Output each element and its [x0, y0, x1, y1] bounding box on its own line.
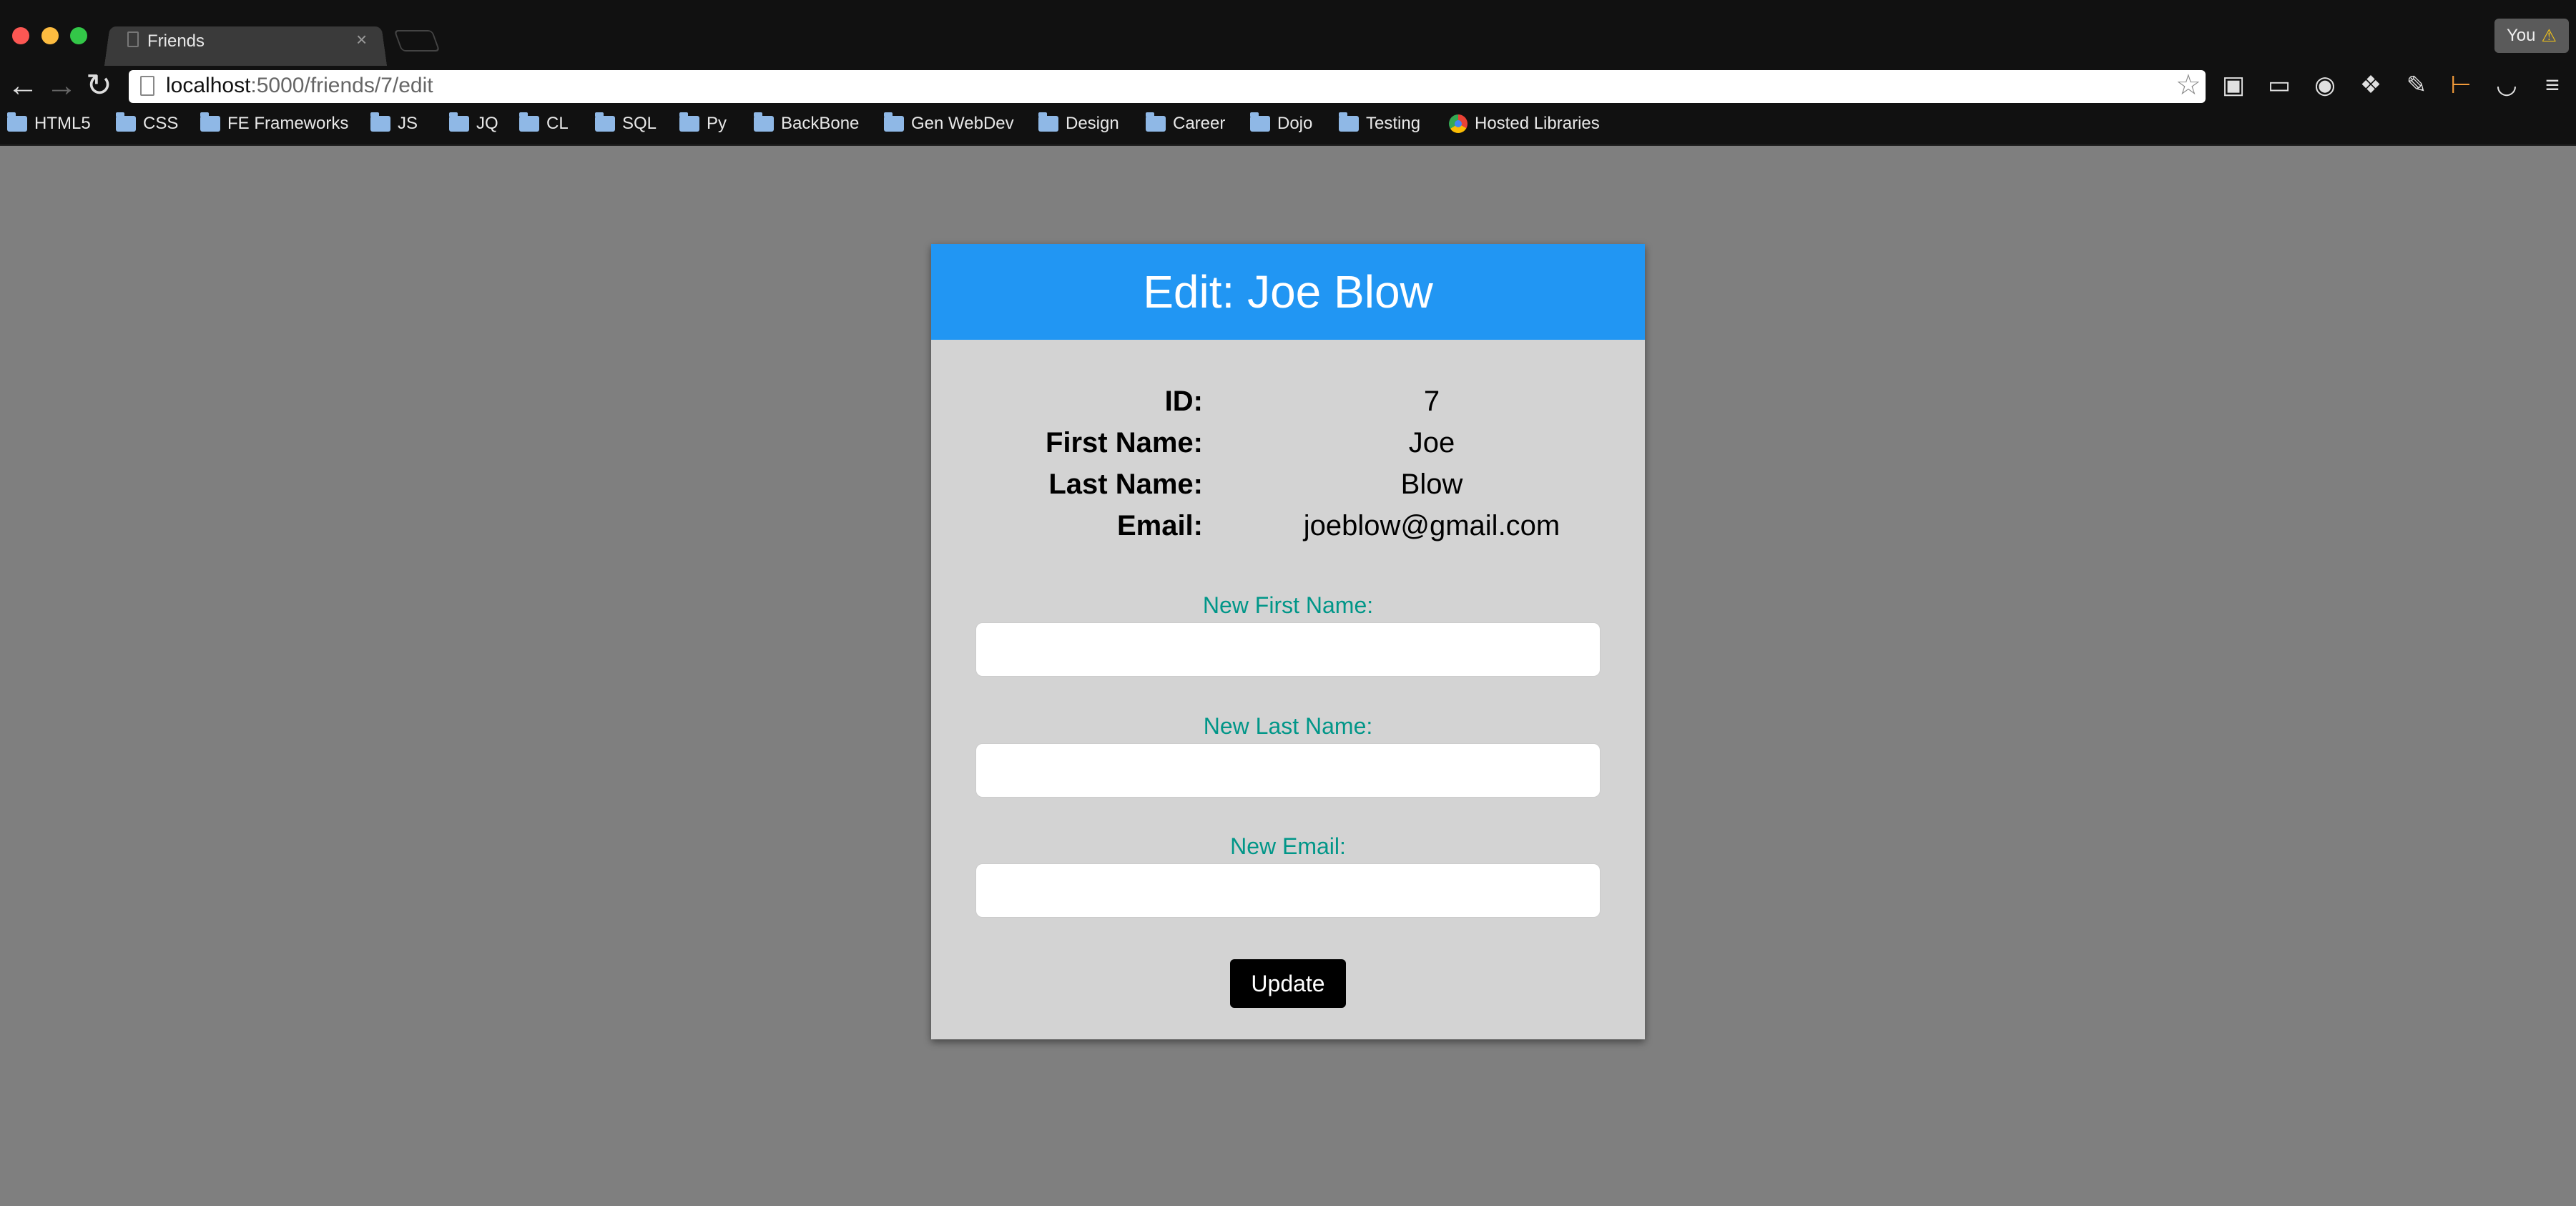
bookmark-label: Career	[1173, 114, 1226, 133]
bookmark-item[interactable]: Gen WebDev	[884, 112, 1014, 136]
bookmark-label: CSS	[143, 114, 179, 133]
new-last-name-label: New Last Name:	[1203, 713, 1373, 739]
bookmark-label: Design	[1066, 114, 1119, 133]
bookmark-label: Gen WebDev	[911, 114, 1014, 133]
update-button[interactable]: Update	[1230, 959, 1346, 1008]
bookmark-item[interactable]: CSS	[116, 112, 178, 136]
folder-icon	[7, 112, 27, 132]
info-row-email: Email: joeblow@gmail.com	[931, 510, 1645, 551]
new-email-input[interactable]	[975, 863, 1601, 918]
bookmark-label: Py	[707, 114, 727, 133]
bookmark-label: Dojo	[1277, 114, 1313, 133]
folder-icon	[116, 112, 136, 132]
window-titlebar	[0, 0, 2576, 66]
extension-pen-icon[interactable]: ✎	[2402, 70, 2432, 100]
info-label: Last Name:	[1048, 469, 1203, 500]
extension-eye-icon[interactable]: ◡	[2492, 70, 2522, 100]
folder-icon	[884, 112, 904, 132]
info-value: joeblow@gmail.com	[1303, 510, 1560, 541]
folder-icon	[370, 112, 390, 132]
info-value: 7	[1423, 386, 1440, 417]
bookmark-item[interactable]: JS	[370, 112, 418, 136]
extension-zero-icon[interactable]: ▣	[2218, 70, 2248, 100]
bookmark-label: Hosted Libraries	[1475, 114, 1600, 133]
bookmark-item[interactable]: Testing	[1339, 112, 1420, 136]
bookmark-label: JS	[398, 114, 418, 133]
tab-close-icon[interactable]: ×	[356, 29, 367, 51]
info-row-last-name: Last Name: Blow	[931, 469, 1645, 510]
folder-icon	[1038, 112, 1058, 132]
new-tab-button[interactable]	[393, 30, 441, 52]
close-window-button[interactable]	[12, 27, 29, 44]
address-bar[interactable]	[129, 70, 2206, 103]
folder-icon	[679, 112, 699, 132]
bookmark-label: Testing	[1366, 114, 1421, 133]
bookmark-label: JQ	[476, 114, 498, 133]
bookmark-item[interactable]: CL	[519, 112, 569, 136]
bookmark-label: HTML5	[34, 114, 91, 133]
profile-label: You	[2506, 26, 2536, 45]
new-first-name-label: New First Name:	[1202, 592, 1374, 618]
new-email-label: New Email:	[1230, 833, 1346, 859]
info-value: Joe	[1408, 427, 1455, 459]
bookmark-label: BackBone	[781, 114, 860, 133]
bookmark-item[interactable]: HTML5	[7, 112, 91, 136]
bookmark-item[interactable]: SQL	[595, 112, 657, 136]
page-favicon-icon	[127, 31, 139, 47]
folder-icon	[754, 112, 774, 132]
bookmark-label: FE Frameworks	[227, 114, 349, 133]
bookmark-item[interactable]: Hosted Libraries	[1449, 112, 1600, 136]
tab-title: Friends	[147, 31, 205, 51]
info-label: First Name:	[1045, 427, 1203, 459]
bookmark-item[interactable]: JQ	[449, 112, 498, 136]
page-title: Edit: Joe Blow	[931, 244, 1645, 340]
edit-friend-card: Edit: Joe Blow ID: 7 First Name: Joe Las…	[931, 244, 1645, 1039]
info-row-first-name: First Name: Joe	[931, 427, 1645, 469]
bookmark-item[interactable]: Design	[1038, 112, 1119, 136]
bookmark-item[interactable]: BackBone	[754, 112, 859, 136]
folder-icon	[1339, 112, 1359, 132]
folder-icon	[1146, 112, 1166, 132]
folder-icon	[200, 112, 220, 132]
folder-icon	[595, 112, 615, 132]
menu-icon[interactable]: ≡	[2537, 70, 2567, 100]
folder-icon	[519, 112, 539, 132]
warning-icon: ⚠	[2541, 26, 2557, 46]
forward-arrow-icon[interactable]: →	[46, 69, 77, 103]
maximize-window-button[interactable]	[70, 27, 87, 44]
extension-ruler-icon[interactable]: ⊢	[2446, 70, 2476, 100]
bookmark-item[interactable]: Py	[679, 112, 727, 136]
bookmark-label: CL	[546, 114, 569, 133]
bookmark-star-icon[interactable]: ☆	[2176, 69, 2201, 102]
info-label: ID:	[1164, 386, 1203, 417]
profile-button[interactable]: You ⚠	[2494, 19, 2569, 53]
new-first-name-input[interactable]	[975, 622, 1601, 677]
bookmark-item[interactable]: FE Frameworks	[200, 112, 348, 136]
new-last-name-input[interactable]	[975, 743, 1601, 798]
bookmark-label: SQL	[622, 114, 657, 133]
info-row-id: ID: 7	[931, 386, 1645, 427]
back-arrow-icon[interactable]: ←	[7, 69, 39, 103]
extension-window-icon[interactable]: ▭	[2264, 70, 2294, 100]
dropbox-icon[interactable]: ❖	[2356, 70, 2386, 100]
globe-icon	[1449, 114, 1468, 133]
bookmark-item[interactable]: Career	[1146, 112, 1225, 136]
minimize-window-button[interactable]	[41, 27, 59, 44]
info-label: Email:	[1116, 510, 1203, 541]
extension-circle-icon[interactable]: ◉	[2310, 70, 2340, 100]
page-icon	[140, 76, 154, 96]
info-value: Blow	[1400, 469, 1463, 500]
bookmark-item[interactable]: Dojo	[1250, 112, 1312, 136]
address-bar-url[interactable]: localhost:5000/friends/7/edit	[166, 74, 433, 98]
folder-icon	[1250, 112, 1270, 132]
reload-icon[interactable]: ↻	[86, 69, 112, 103]
folder-icon	[449, 112, 469, 132]
url-path: :5000/friends/7/edit	[250, 74, 433, 97]
url-host: localhost	[166, 74, 251, 97]
